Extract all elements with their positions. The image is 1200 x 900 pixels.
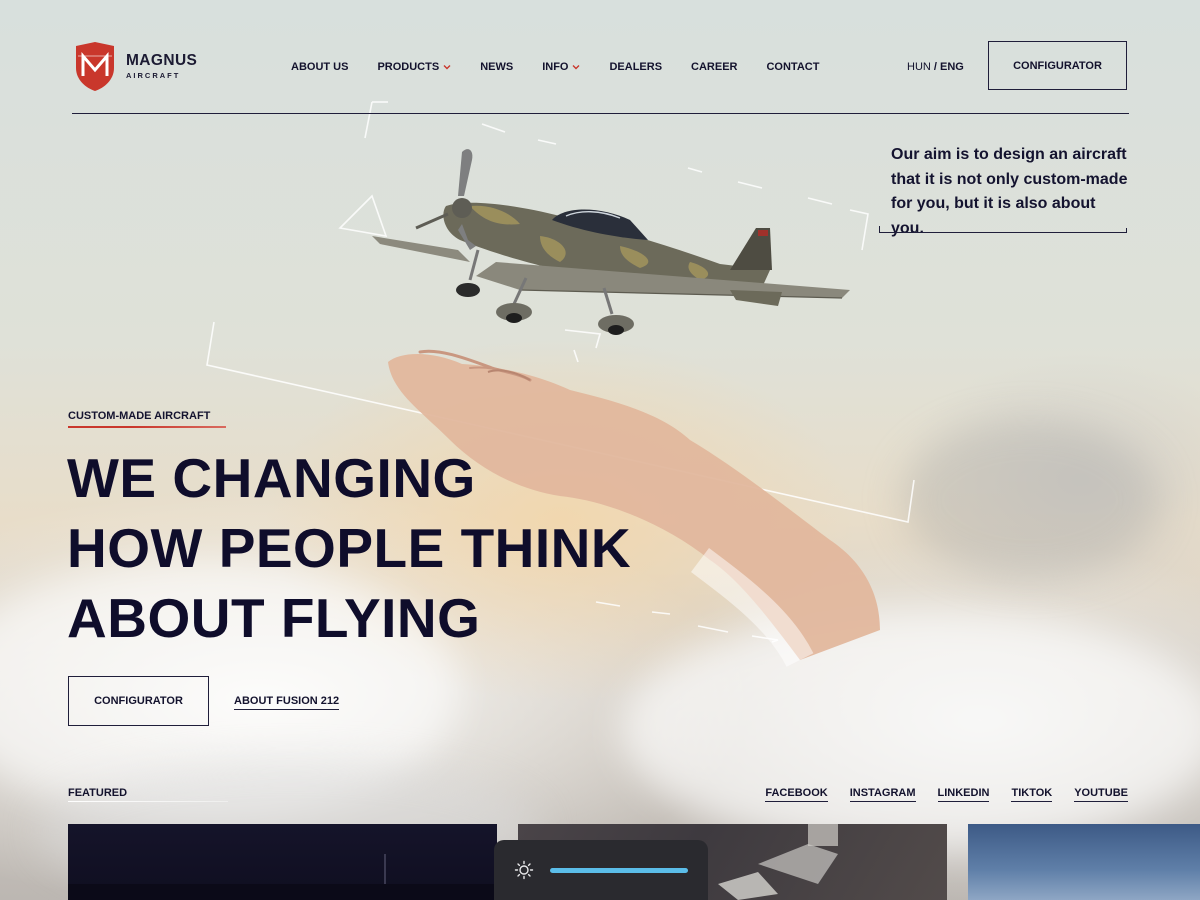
sun-icon — [514, 860, 534, 880]
lang-hun[interactable]: HUN — [907, 61, 931, 73]
tagline-divider-tick — [1126, 228, 1127, 233]
nav-products[interactable]: PRODUCTS — [377, 61, 451, 73]
tagline-divider-tick — [879, 226, 880, 233]
featured-card[interactable] — [68, 824, 497, 900]
header-divider — [72, 113, 1129, 114]
nav-label: CAREER — [691, 61, 738, 73]
nav-label: INFO — [542, 61, 569, 73]
featured-underline — [68, 801, 228, 802]
brightness-control[interactable] — [494, 840, 708, 900]
nav-label: CONTACT — [766, 61, 820, 73]
lang-separator: / — [930, 61, 941, 73]
configurator-button[interactable]: CONFIGURATOR — [68, 676, 209, 726]
social-linkedin-link[interactable]: LINKEDIN — [937, 787, 990, 802]
tagline-divider — [879, 232, 1127, 233]
social-links: FACEBOOK INSTAGRAM LINKEDIN TIKTOK YOUTU… — [743, 787, 1128, 802]
nav-about-us[interactable]: ABOUT US — [291, 61, 348, 73]
headline-line: HOW PEOPLE THINK — [67, 517, 632, 579]
hero-eyebrow-underline — [68, 426, 226, 428]
social-youtube-link[interactable]: YOUTUBE — [1074, 787, 1128, 802]
nav-contact[interactable]: CONTACT — [766, 61, 819, 73]
headline-line: WE CHANGING — [67, 447, 476, 509]
featured-card[interactable] — [968, 824, 1200, 900]
featured-label: FEATURED — [68, 787, 128, 799]
nav-label: ABOUT US — [291, 61, 349, 73]
nav-label: DEALERS — [609, 61, 663, 73]
language-switcher: HUN / ENG — [907, 61, 964, 73]
tagline: Our aim is to design an aircraft that it… — [891, 146, 1128, 237]
hero-headline: WE CHANGING HOW PEOPLE THINK ABOUT FLYIN… — [67, 443, 631, 653]
configurator-button-header[interactable]: CONFIGURATOR — [988, 41, 1127, 90]
nav-label: NEWS — [480, 61, 514, 73]
social-instagram-link[interactable]: INSTAGRAM — [849, 787, 916, 802]
chevron-down-icon — [443, 65, 451, 70]
about-fusion-link[interactable]: ABOUT FUSION 212 — [234, 695, 340, 710]
nav-info[interactable]: INFO — [542, 61, 580, 73]
nav-career[interactable]: CAREER — [691, 61, 737, 73]
lang-eng[interactable]: ENG — [940, 61, 964, 73]
social-facebook-link[interactable]: FACEBOOK — [765, 787, 828, 802]
nav-dealers[interactable]: DEALERS — [609, 61, 662, 73]
nav-label: PRODUCTS — [377, 61, 440, 73]
featured-card-image — [68, 854, 497, 900]
brand-sub: AIRCRAFT — [126, 70, 181, 80]
main-nav: ABOUT US PRODUCTS NEWS INFO DEALERS CARE… — [291, 61, 848, 73]
brand-logo[interactable]: MAGNUS AIRCRAFT — [72, 40, 197, 92]
nav-news[interactable]: NEWS — [480, 61, 513, 73]
brightness-slider[interactable] — [550, 867, 688, 873]
logo-text: MAGNUS AIRCRAFT — [126, 53, 197, 79]
aircraft-graphic — [372, 149, 850, 335]
brand-name: MAGNUS — [126, 52, 198, 69]
headline-line: ABOUT FLYING — [67, 587, 481, 649]
hero-eyebrow: CUSTOM-MADE AIRCRAFT — [68, 410, 211, 422]
logo-shield-icon — [76, 42, 114, 91]
social-tiktok-link[interactable]: TIKTOK — [1011, 787, 1053, 802]
chevron-down-icon — [572, 65, 580, 70]
page: MAGNUS AIRCRAFT ABOUT US PRODUCTS NEWS I… — [0, 0, 1200, 900]
